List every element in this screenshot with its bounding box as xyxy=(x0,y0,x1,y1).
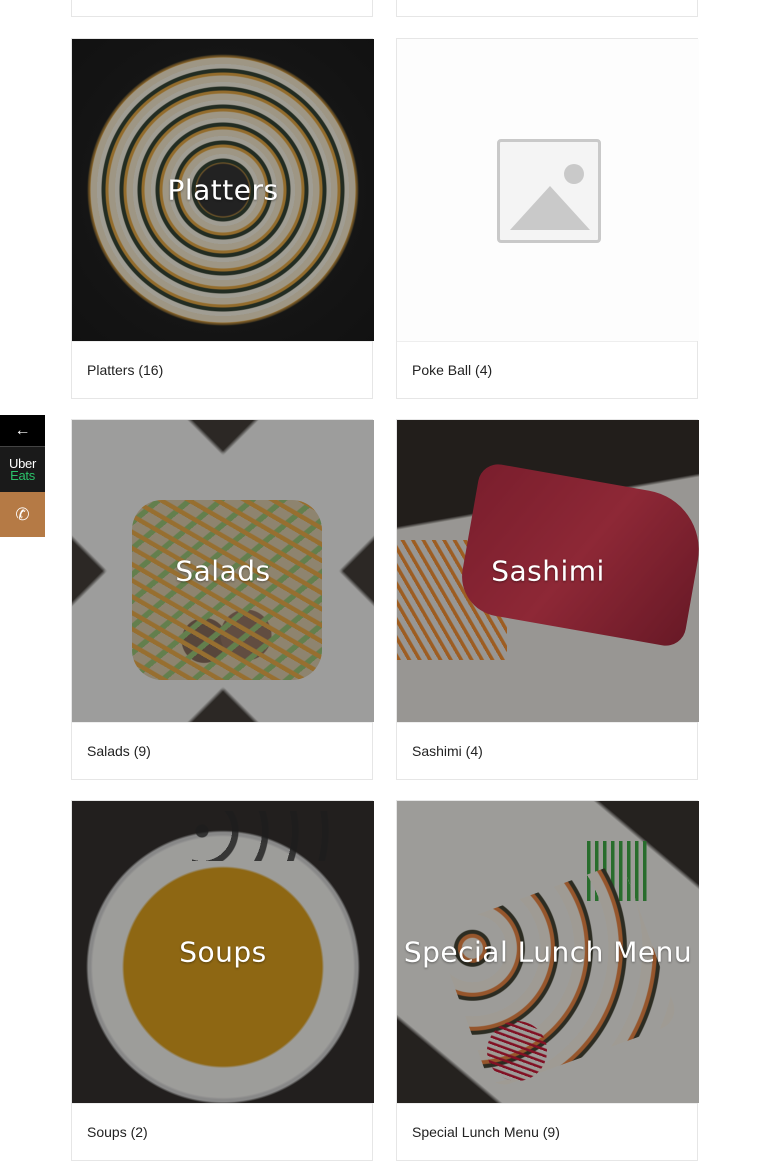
category-caption[interactable]: Poke Ball (4) xyxy=(397,341,697,398)
category-image[interactable]: Soups xyxy=(72,801,374,1103)
category-image[interactable]: Salads xyxy=(72,420,374,722)
category-card-special-lunch-menu[interactable]: Special Lunch Menu Special Lunch Menu (9… xyxy=(396,800,699,1161)
placeholder-mountain xyxy=(510,186,590,230)
category-card-sashimi[interactable]: Sashimi Sashimi (4) xyxy=(396,419,699,780)
category-image[interactable]: Special Lunch Menu xyxy=(397,801,699,1103)
category-card-poke-ball[interactable]: Poke Ball (4) xyxy=(396,38,699,399)
phone-call-button[interactable]: ✆ xyxy=(0,492,45,537)
category-caption[interactable]: Sashimi (4) xyxy=(397,722,697,779)
category-card-partial[interactable] xyxy=(71,0,373,17)
uber-eats-logo-line2: Eats xyxy=(10,467,35,483)
category-card-salads[interactable]: Salads Salads (9) xyxy=(71,419,374,780)
phone-icon: ✆ xyxy=(15,504,30,524)
category-image[interactable]: Sashimi xyxy=(397,420,699,722)
category-caption[interactable]: Soups (2) xyxy=(72,1103,372,1160)
category-card-partial[interactable] xyxy=(396,0,698,17)
category-image[interactable] xyxy=(397,39,699,341)
category-card-platters[interactable]: Platters Platters (16) xyxy=(71,38,374,399)
uber-eats-button[interactable]: Uber Eats xyxy=(0,447,45,492)
arrow-left-icon: ← xyxy=(14,421,31,439)
category-caption[interactable]: Platters (16) xyxy=(72,341,372,398)
floating-side-buttons: ← Uber Eats ✆ xyxy=(0,415,45,537)
image-placeholder-icon xyxy=(497,139,601,243)
placeholder-sun xyxy=(564,164,584,184)
category-image-title: Special Lunch Menu xyxy=(403,935,693,969)
category-image[interactable]: Platters xyxy=(72,39,374,341)
category-image-title: Soups xyxy=(179,935,267,969)
back-arrow-button[interactable]: ← xyxy=(0,415,45,447)
category-caption[interactable]: Special Lunch Menu (9) xyxy=(397,1103,697,1160)
category-caption[interactable]: Salads (9) xyxy=(72,722,372,779)
category-image-title: Sashimi xyxy=(491,554,605,588)
category-image-title: Platters xyxy=(167,173,279,207)
category-image-title: Salads xyxy=(175,554,271,588)
category-card-soups[interactable]: Soups Soups (2) xyxy=(71,800,374,1161)
